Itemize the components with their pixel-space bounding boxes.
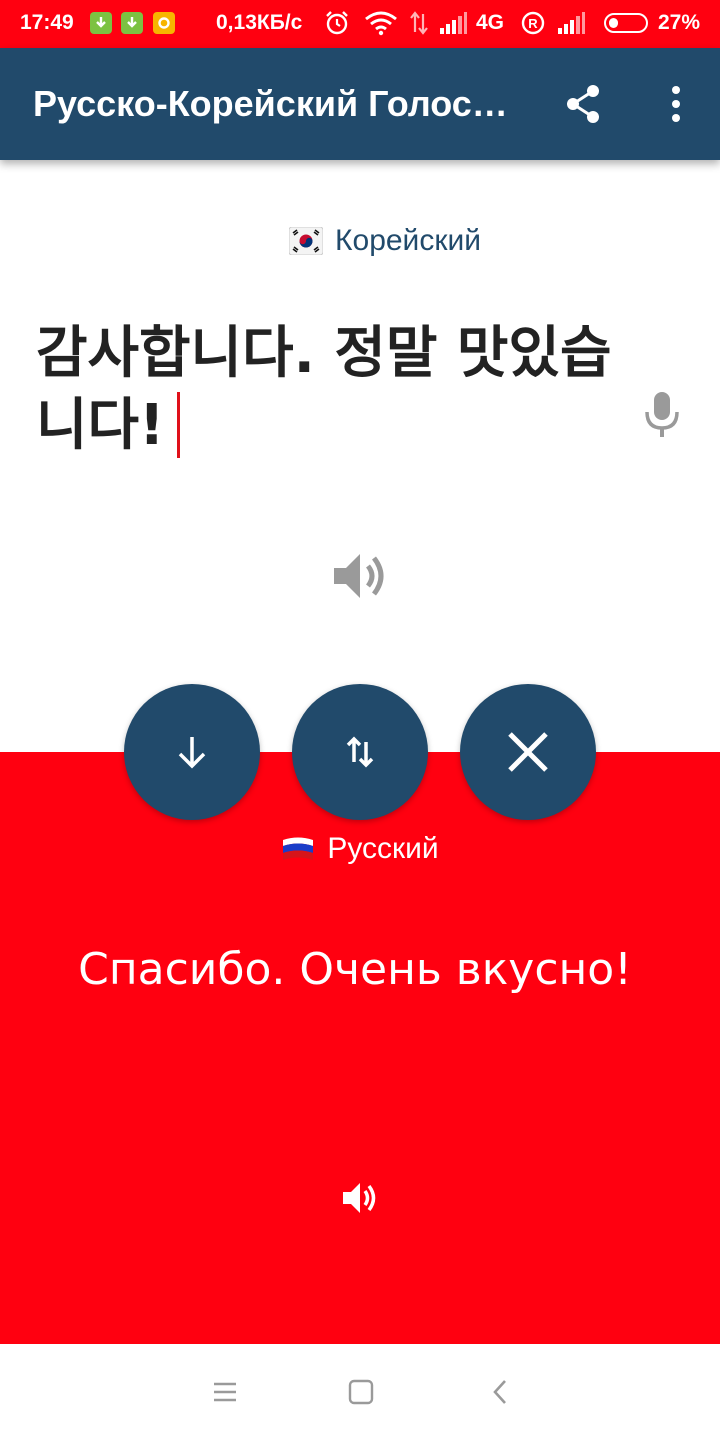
arrow-down-icon bbox=[178, 737, 206, 769]
status-bar: 17:49 0,13КБ/с 4G R 27% bbox=[0, 0, 720, 48]
app-notification-icon bbox=[153, 12, 175, 34]
speaker-icon bbox=[334, 554, 384, 598]
target-language-selector[interactable]: Русский bbox=[0, 832, 720, 866]
share-button[interactable] bbox=[560, 80, 608, 128]
microphone-button[interactable] bbox=[640, 388, 684, 440]
app-title: Русско-Корейский Голосовой Переводчик bbox=[33, 83, 513, 124]
share-icon bbox=[567, 85, 599, 123]
roaming-icon: R bbox=[521, 11, 545, 35]
swap-languages-button[interactable] bbox=[292, 684, 428, 820]
battery-percent: 27% bbox=[658, 11, 701, 34]
battery-icon bbox=[604, 13, 648, 33]
speaker-icon bbox=[343, 1183, 376, 1213]
home-icon bbox=[348, 1379, 374, 1405]
target-language-label: Русский bbox=[327, 832, 439, 865]
clear-button[interactable] bbox=[460, 684, 596, 820]
navigation-bar bbox=[0, 1344, 720, 1440]
more-options-button[interactable] bbox=[652, 80, 700, 128]
network-speed: 0,13КБ/с bbox=[216, 11, 303, 34]
menu-icon bbox=[214, 1382, 236, 1402]
svg-text:R: R bbox=[528, 16, 538, 31]
app-bar: Русско-Корейский Голосовой Переводчик bbox=[0, 48, 720, 160]
status-time: 17:49 bbox=[20, 11, 74, 34]
wifi-icon bbox=[365, 11, 397, 36]
recent-apps-button[interactable] bbox=[201, 1368, 249, 1416]
source-text-input[interactable]: 감사합니다. 정말 맛있습니다! bbox=[36, 318, 636, 462]
more-vert-icon bbox=[672, 86, 680, 122]
back-icon bbox=[493, 1380, 506, 1404]
source-text: 감사합니다. 정말 맛있습니다! bbox=[36, 321, 612, 458]
target-text: Спасибо. Очень вкусно! bbox=[78, 944, 632, 995]
data-transfer-icon bbox=[410, 11, 428, 35]
network-type: 4G bbox=[476, 11, 505, 34]
signal-icon bbox=[558, 12, 585, 34]
source-language-selector[interactable]: Корейский bbox=[0, 224, 720, 258]
close-icon bbox=[508, 732, 548, 772]
source-language-label: Корейский bbox=[335, 224, 481, 257]
home-button[interactable] bbox=[337, 1368, 385, 1416]
download-notification-icon bbox=[90, 12, 112, 34]
south-korea-flag-icon bbox=[289, 227, 324, 255]
back-button[interactable] bbox=[476, 1368, 524, 1416]
download-button[interactable] bbox=[124, 684, 260, 820]
microphone-icon bbox=[645, 392, 679, 437]
source-speak-button[interactable] bbox=[328, 544, 392, 608]
target-speak-button[interactable] bbox=[340, 1178, 380, 1218]
alarm-icon bbox=[326, 11, 348, 35]
download-notification-icon bbox=[121, 12, 143, 34]
text-cursor bbox=[176, 392, 180, 458]
signal-icon bbox=[440, 12, 467, 34]
swap-vertical-icon bbox=[346, 736, 374, 768]
battery-fill bbox=[609, 18, 618, 28]
russia-flag-icon bbox=[283, 837, 314, 860]
